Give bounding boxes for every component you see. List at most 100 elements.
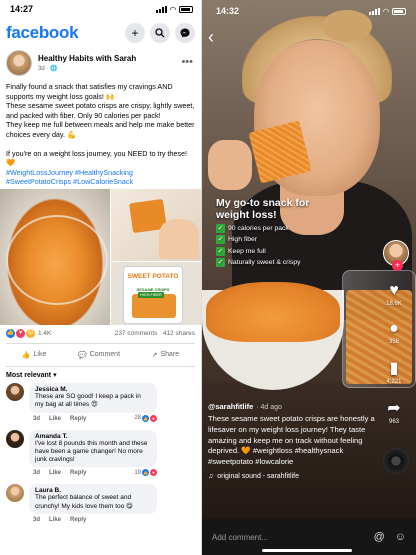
comments-sort[interactable]: Most relevant ▾: [0, 367, 201, 381]
like-reaction-icon: 👍: [142, 469, 149, 477]
comment: Laura B. The perfect balance of sweet an…: [0, 482, 201, 529]
battery-icon: [179, 5, 193, 13]
globe-icon: 🌐: [50, 66, 58, 72]
checkmark-icon: ✓: [216, 235, 225, 245]
like-count: 18.6K: [386, 301, 402, 307]
wifi-icon: ◠: [169, 4, 176, 14]
chevron-down-icon: ▾: [53, 371, 57, 379]
comment-icon: 💬: [77, 351, 87, 359]
love-reaction-icon: ♥: [150, 469, 157, 477]
comment-text: The perfect balance of sweet and crunchy…: [35, 494, 133, 510]
signal-icon: [368, 7, 380, 15]
commenter-name[interactable]: Amanda T.: [35, 433, 151, 440]
post-paragraph: These sesame sweet potato crisps are cri…: [6, 101, 195, 120]
post-text: Finally found a snack that satisfies my …: [0, 78, 201, 187]
post-time: 3d ·: [38, 66, 51, 72]
follow-plus-icon[interactable]: +: [392, 260, 403, 271]
author-avatar[interactable]: [6, 50, 32, 76]
overlay-check-item: ✓ Naturally sweet & crispy: [216, 258, 301, 268]
post-paragraph: They keep me full between meals and help…: [6, 120, 195, 139]
like-button[interactable]: 👍 Like: [22, 351, 47, 359]
mention-icon[interactable]: @: [374, 531, 385, 543]
heart-icon: ♥: [389, 282, 399, 299]
commenter-avatar[interactable]: [6, 429, 24, 448]
comment-like-button[interactable]: Like: [49, 416, 61, 422]
video-text-overlay: My go-to snack for weight loss! ✓ 90 calo…: [216, 197, 316, 268]
checkmark-icon: ✓: [216, 246, 225, 256]
post-author[interactable]: Healthy Habits with Sarah: [38, 54, 136, 63]
product-bag: SWEET POTATO SESAME CRISPS HIGH FIBER: [123, 265, 183, 324]
messenger-icon[interactable]: [175, 23, 195, 43]
wow-reaction-icon: 😮: [26, 329, 35, 339]
comments-button[interactable]: ● 356: [380, 320, 408, 345]
overlay-check-item: ✓ High fiber: [216, 235, 258, 245]
comment-time: 3d: [33, 517, 41, 524]
tiktok-panel: 14:32 ◠ ‹ My go-to snack for weight loss…: [202, 0, 416, 555]
status-bar: 14:27 ◠: [0, 0, 201, 18]
share-button[interactable]: ↗ Share: [152, 351, 180, 359]
commenter-avatar[interactable]: [6, 382, 24, 401]
commenter-avatar[interactable]: [6, 484, 24, 503]
bag-badge: HIGH FIBER: [138, 291, 164, 298]
commenter-name[interactable]: Laura B.: [35, 487, 151, 494]
like-reaction-icon: 👍: [6, 329, 15, 339]
more-options-icon[interactable]: •••: [181, 56, 193, 68]
share-arrow-icon: ➦: [387, 400, 401, 417]
video-caption: @sarahfitlife · 4d ago These sesame sweet…: [208, 402, 378, 480]
post-paragraph: Finally found a snack that satisfies my …: [6, 82, 173, 101]
checkmark-icon: ✓: [216, 258, 225, 268]
like-reaction-icon: 👍: [142, 414, 149, 422]
thumbs-up-icon: 👍: [21, 351, 31, 359]
comment-reply-button[interactable]: Reply: [70, 416, 86, 422]
back-chevron-icon[interactable]: ‹: [208, 28, 214, 46]
comment-button[interactable]: 💬 Comment: [78, 351, 120, 359]
checkmark-icon: ✓: [216, 223, 225, 233]
add-comment-input[interactable]: Add comment...: [212, 533, 364, 542]
photo-gallery[interactable]: SWEET POTATO SESAME CRISPS HIGH FIBER: [0, 188, 201, 325]
post-hashtags[interactable]: #WeightLossJourney #HealthySnacking #Swe…: [6, 168, 195, 187]
signal-icon: [155, 5, 167, 13]
comment-like-button[interactable]: Like: [49, 470, 61, 476]
share-button[interactable]: ➦ 963: [380, 400, 408, 425]
post-paragraph: If you're on a weight loss journey, you …: [6, 148, 188, 168]
save-count: 4,221: [386, 379, 402, 385]
comment-reply-button[interactable]: Reply: [70, 517, 86, 523]
battery-icon: [392, 7, 406, 15]
reaction-count: 1.4K: [38, 330, 52, 338]
sound-label[interactable]: ♫ original sound - sarahfitlife: [208, 473, 378, 480]
share-count: 963: [388, 419, 399, 425]
overlay-title: My go-to snack for weight loss!: [216, 197, 310, 221]
comment-text: These are SO good! I keep a pack in my b…: [35, 392, 141, 409]
overlay-check-item: ✓ Keep me full: [216, 246, 266, 256]
comment-bubble-icon: ●: [389, 320, 399, 337]
comment-reaction-count: 28: [134, 415, 141, 422]
emoji-icon[interactable]: ☺: [395, 531, 406, 543]
photo-product-bag[interactable]: SWEET POTATO SESAME CRISPS HIGH FIBER: [111, 261, 201, 325]
love-reaction-icon: ♥: [16, 329, 25, 339]
photo-bowl-crisps[interactable]: [0, 188, 110, 325]
plus-icon[interactable]: +: [125, 23, 145, 43]
bookmark-icon: ▮: [389, 360, 399, 377]
post-actions: 👍 Like 💬 Comment ↗ Share: [6, 342, 195, 367]
search-icon[interactable]: [150, 23, 170, 43]
music-disc-icon[interactable]: [383, 448, 409, 474]
music-note-icon: ♫: [208, 472, 214, 480]
comment-count[interactable]: 237 comments: [115, 330, 158, 337]
creator-username[interactable]: @sarahfitlife: [208, 402, 253, 411]
creator-avatar[interactable]: +: [383, 240, 409, 271]
photo-hand-crisp[interactable]: [111, 188, 201, 261]
comment-like-button[interactable]: Like: [49, 517, 61, 523]
commenter-name[interactable]: Jessica M.: [35, 386, 151, 393]
comment-time: 3d: [33, 415, 41, 422]
comment-reply-button[interactable]: Reply: [70, 470, 86, 476]
facebook-logo[interactable]: facebook: [6, 23, 79, 43]
overlay-check-item: ✓ 90 calories per pack: [216, 223, 289, 233]
love-reaction-icon: ♥: [150, 414, 157, 422]
status-time: 14:27: [10, 4, 34, 14]
caption-text[interactable]: These sesame sweet potato crisps are hon…: [208, 414, 378, 468]
wifi-icon: ◠: [382, 6, 389, 16]
like-button[interactable]: ♥ 18.6K: [380, 282, 408, 307]
share-count[interactable]: 412 shares: [163, 330, 195, 337]
status-bar: 14:32 ◠: [202, 0, 416, 22]
save-button[interactable]: ▮ 4,221: [380, 360, 408, 385]
